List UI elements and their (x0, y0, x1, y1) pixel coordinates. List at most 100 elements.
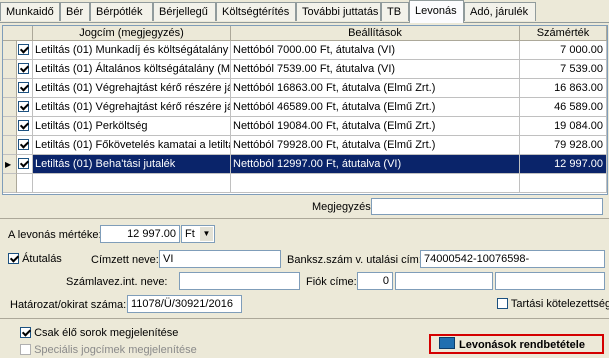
row-jogcim[interactable]: Letiltás (01) Perköltség (33, 117, 231, 136)
row-checkbox[interactable] (18, 101, 29, 112)
atutalas-label: Átutalás (22, 253, 62, 265)
levonasok-rendbetetele-button[interactable]: Levonások rendbetétele (429, 334, 604, 354)
table-row[interactable]: Letiltás (01) Perköltség Nettóból 19084.0… (3, 117, 607, 136)
tartasi-checkbox-box[interactable] (497, 298, 508, 309)
row-jogcim[interactable]: Letiltás (01) Főkövetelés kamatai a leti… (33, 136, 231, 155)
tab-ber[interactable]: Bér (60, 2, 90, 21)
tab-koltsegterites[interactable]: Költségtérítés (216, 2, 296, 21)
tab-berjellegu[interactable]: Bérjellegű (153, 2, 216, 21)
tartasi-checkbox[interactable]: Tartási kötelezettség (497, 296, 609, 310)
row-szamertek[interactable]: 79 928.00 (520, 136, 607, 155)
csak-elo-checkbox-box[interactable] (20, 327, 31, 338)
row-beallitasok[interactable]: Nettóból 12997.00 Ft, átutalva (VI) (231, 155, 520, 174)
row-jogcim[interactable]: Letiltás (01) Végrehajtást kérő részére … (33, 98, 231, 117)
row-szamertek[interactable]: 19 084.00 (520, 117, 607, 136)
tab-tovabbi-juttatas[interactable]: További juttatás (296, 2, 381, 21)
row-checkbox-cell[interactable] (17, 155, 33, 174)
bankszamla-input[interactable]: 74000542-10076598- (420, 250, 605, 268)
csak-elo-checkbox[interactable]: Csak élő sorok megjelenítése (20, 325, 178, 339)
row-szamertek[interactable]: 7 539.00 (520, 60, 607, 79)
column-header-szamertek[interactable]: Számérték (520, 26, 607, 41)
table-row[interactable]: Letiltás (01) Végrehajtást kérő részére … (3, 79, 607, 98)
row-beallitasok[interactable]: Nettóból 7539.00 Ft, átutalva (VI) (231, 60, 520, 79)
atutalas-checkbox-box[interactable] (8, 253, 19, 264)
chevron-down-icon[interactable]: ▼ (200, 227, 213, 241)
specialis-checkbox[interactable]: Speciális jogcímek megjelenítése (20, 342, 197, 356)
row-beallitasok[interactable]: Nettóból 16863.00 Ft, átutalva (Elmű Zrt… (231, 79, 520, 98)
row-checkbox-cell[interactable] (17, 60, 33, 79)
row-checkbox-cell[interactable] (17, 98, 33, 117)
fiok-label: Fiók címe: (306, 276, 357, 288)
row-jogcim[interactable]: Letiltás (01) Beha'tási jutalék (33, 155, 231, 174)
row-jogcim[interactable]: Letiltás (01) Általános költségátalány (… (33, 60, 231, 79)
bankszamla-label: Banksz.szám v. utalási cím: (287, 254, 422, 266)
row-checkbox[interactable] (18, 82, 29, 93)
row-szamertek[interactable]: 7 000.00 (520, 41, 607, 60)
unit-select-value: Ft (185, 228, 195, 240)
table-row[interactable]: ▶ Letiltás (01) Beha'tási jutalék Nettóból… (3, 155, 607, 174)
table-row[interactable]: Letiltás (01) Végrehajtást kérő részére … (3, 98, 607, 117)
hatarozat-label: Határozat/okirat száma: (10, 299, 127, 311)
tab-ado-jarulek[interactable]: Adó, járulék (464, 2, 536, 21)
szamlavez-input[interactable] (179, 272, 300, 290)
unit-select[interactable]: Ft ▼ (181, 225, 215, 243)
row-checkbox[interactable] (18, 158, 29, 169)
fiok-city-input[interactable] (395, 272, 493, 290)
row-indicator[interactable] (3, 98, 17, 117)
row-jogcim[interactable]: Letiltás (01) Munkadíj és költségátalány (33, 41, 231, 60)
table-row-empty[interactable] (3, 174, 607, 193)
row-indicator[interactable]: ▶ (3, 155, 17, 174)
row-checkbox-cell (17, 174, 33, 193)
levonas-merteke-label: A levonás mértéke: (8, 229, 102, 241)
table-row[interactable]: Letiltás (01) Általános költségátalány (… (3, 60, 607, 79)
fiok-zip-input[interactable]: 0 (357, 272, 393, 290)
column-header-beallitasok[interactable]: Beállítások (231, 26, 520, 41)
row-indicator[interactable] (3, 79, 17, 98)
row-szamertek[interactable]: 46 589.00 (520, 98, 607, 117)
row-checkbox-cell[interactable] (17, 41, 33, 60)
tab-bar: Munkaidő Bér Bérpótlék Bérjellegű Költsé… (0, 0, 609, 23)
specialis-label: Speciális jogcímek megjelenítése (34, 344, 197, 356)
row-indicator[interactable] (3, 117, 17, 136)
row-jogcim[interactable]: Letiltás (01) Végrehajtást kérő részére … (33, 79, 231, 98)
atutalas-checkbox[interactable]: Átutalás (8, 251, 62, 265)
row-jogcim (33, 174, 231, 193)
row-checkbox[interactable] (18, 44, 29, 55)
row-beallitasok[interactable]: Nettóból 7000.00 Ft, átutalva (VI) (231, 41, 520, 60)
row-indicator[interactable] (3, 136, 17, 155)
table-row[interactable]: Letiltás (01) Munkadíj és költségátalány… (3, 41, 607, 60)
row-indicator[interactable] (3, 41, 17, 60)
tab-munkaido[interactable]: Munkaidő (0, 2, 60, 21)
tab-levonas[interactable]: Levonás (409, 0, 464, 23)
row-indicator[interactable] (3, 60, 17, 79)
row-szamertek[interactable]: 16 863.00 (520, 79, 607, 98)
row-beallitasok[interactable]: Nettóból 79928.00 Ft, átutalva (Elmű Zrt… (231, 136, 520, 155)
row-checkbox-cell[interactable] (17, 136, 33, 155)
row-szamertek (520, 174, 607, 193)
column-header-jogcim[interactable]: Jogcím (megjegyzés) (33, 26, 231, 41)
specialis-checkbox-box[interactable] (20, 344, 31, 355)
cimzett-label: Címzett neve: (91, 254, 159, 266)
row-checkbox-cell[interactable] (17, 79, 33, 98)
tab-berpotlek[interactable]: Bérpótlék (90, 2, 153, 21)
row-szamertek[interactable]: 12 997.00 (520, 155, 607, 174)
levonasok-rendbetetele-label: Levonások rendbetétele (459, 339, 585, 351)
levonas-merteke-input[interactable]: 12 997.00 (100, 225, 180, 243)
megjegyzes-label: Megjegyzés: (312, 201, 374, 213)
row-checkbox[interactable] (18, 63, 29, 74)
row-beallitasok[interactable]: Nettóból 19084.00 Ft, átutalva (Elmű Zrt… (231, 117, 520, 136)
row-checkbox-cell[interactable] (17, 117, 33, 136)
deductions-grid[interactable]: Jogcím (megjegyzés) Beállítások Számérté… (2, 25, 608, 195)
fiok-address-input[interactable] (495, 272, 605, 290)
row-checkbox[interactable] (18, 139, 29, 150)
row-indicator (3, 174, 17, 193)
row-beallitasok[interactable]: Nettóból 46589.00 Ft, átutalva (Elmű Zrt… (231, 98, 520, 117)
table-row[interactable]: Letiltás (01) Főkövetelés kamatai a leti… (3, 136, 607, 155)
row-beallitasok (231, 174, 520, 193)
megjegyzes-input[interactable] (371, 198, 603, 215)
row-checkbox[interactable] (18, 120, 29, 131)
szamlavez-label: Számlavez.int. neve: (66, 276, 168, 288)
cimzett-input[interactable]: VI (159, 250, 281, 268)
tab-tb[interactable]: TB (381, 2, 409, 21)
hatarozat-input[interactable]: 11078/Ü/30921/2016 (127, 295, 242, 313)
